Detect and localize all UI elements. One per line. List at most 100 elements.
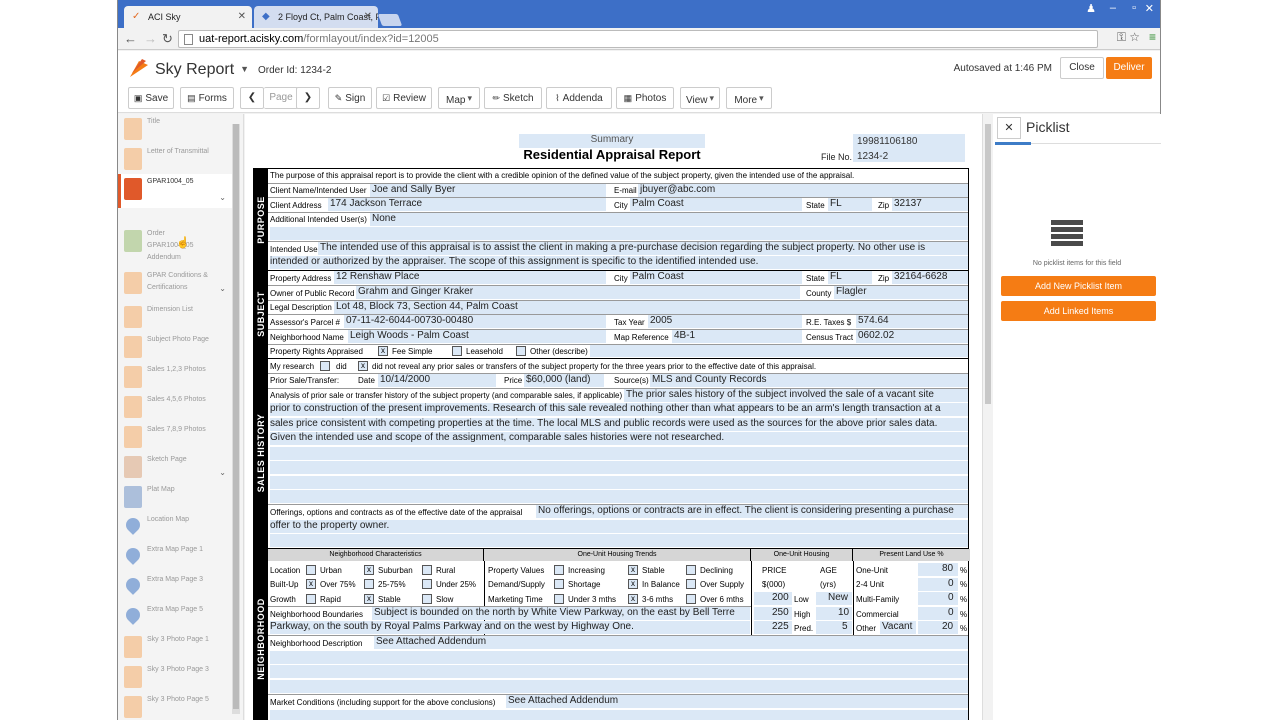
sidebar-item-sales789[interactable]: Sales 7,8,9 Photos [118, 422, 232, 452]
tab-close-icon[interactable]: ✕ [238, 11, 246, 22]
over6-checkbox[interactable] [686, 594, 696, 604]
sidebar-item-title[interactable]: Title [118, 114, 232, 144]
save-button[interactable]: ▣ Save [128, 87, 174, 109]
other-rights-field[interactable] [590, 345, 968, 357]
description-field-2[interactable] [270, 651, 968, 664]
sign-button[interactable]: ✎ Sign [328, 87, 372, 109]
view-button[interactable]: View ▾ [680, 87, 720, 109]
sidebar-item-subject-photo[interactable]: Subject Photo Page [118, 332, 232, 362]
suburban-checkbox[interactable]: x [364, 565, 374, 575]
app-title[interactable]: Sky Report ▼ [155, 61, 249, 79]
url-input[interactable]: uat-report.acisky.com/formlayout/index?i… [178, 30, 1098, 48]
picklist-active-tab[interactable] [995, 142, 1031, 145]
file-no-value[interactable]: 1234-2 [857, 151, 888, 162]
more-button[interactable]: More ▾ [726, 87, 772, 109]
urban-checkbox[interactable] [306, 565, 316, 575]
chevron-down-icon[interactable]: ⌄ [219, 284, 226, 293]
market-conditions-field-2[interactable] [270, 710, 968, 720]
rural-checkbox[interactable] [422, 565, 432, 575]
stable-growth-checkbox[interactable]: x [364, 594, 374, 604]
increasing-checkbox[interactable] [554, 565, 564, 575]
sidebar-item-sales456[interactable]: Sales 4,5,6 Photos [118, 392, 232, 422]
m36-checkbox[interactable]: x [628, 594, 638, 604]
key-icon[interactable]: ⚿ [1117, 30, 1126, 45]
description-field-4[interactable] [270, 680, 968, 693]
prev-page-button[interactable]: ❮ [240, 87, 264, 109]
sketch-button[interactable]: ✏ Sketch [484, 87, 542, 109]
chevron-down-icon[interactable]: ⌄ [219, 468, 226, 477]
fee-simple-checkbox[interactable]: x [378, 346, 388, 356]
offerings-field-3[interactable] [270, 534, 968, 547]
map-button[interactable]: Map ▾ [438, 87, 480, 109]
sidebar-item-sales123[interactable]: Sales 1,2,3 Photos [118, 362, 232, 392]
chevron-down-icon[interactable]: ⌄ [219, 193, 226, 202]
additional-users-line2[interactable] [270, 227, 968, 240]
analysis-field-7[interactable] [270, 476, 968, 489]
summary-field[interactable]: Summary [519, 134, 705, 148]
picklist-close-button[interactable]: ✕ [997, 117, 1021, 139]
sidebar-item-extra-map-1[interactable]: Extra Map Page 1 [118, 542, 232, 572]
over75-checkbox[interactable]: x [306, 579, 316, 589]
additional-users-field[interactable] [370, 213, 968, 226]
shortage-checkbox[interactable] [554, 579, 564, 589]
leasehold-checkbox[interactable] [452, 346, 462, 356]
sidebar-item-conditions[interactable]: GPAR Conditions & Certifications ⌄ [118, 268, 232, 302]
analysis-field-6[interactable] [270, 461, 968, 474]
sidebar-scrollbar[interactable] [232, 124, 240, 714]
under3-checkbox[interactable] [554, 594, 564, 604]
sidebar-item-plat-map[interactable]: Plat Map [118, 482, 232, 512]
sidebar-item-sketch[interactable]: Sketch Page ⌄ [118, 452, 232, 482]
analysis-field-8[interactable] [270, 490, 968, 503]
description-field-3[interactable] [270, 665, 968, 678]
add-new-picklist-item-button[interactable]: Add New Picklist Item [1001, 276, 1156, 296]
menu-icon[interactable]: ≡ [1149, 30, 1156, 44]
p2575-checkbox[interactable] [364, 579, 374, 589]
tab-aci-sky[interactable]: ✓ ACI Sky ✕ [124, 6, 252, 29]
sidebar-item-location-map[interactable]: Location Map [118, 512, 232, 542]
over-supply-checkbox[interactable] [686, 579, 696, 589]
document-scrollbar[interactable] [983, 114, 993, 720]
sidebar-item-sky-photo-1[interactable]: Sky 3 Photo Page 1 [118, 632, 232, 662]
other-rights-checkbox[interactable] [516, 346, 526, 356]
close-window-icon[interactable]: ✕ [1145, 2, 1154, 15]
other-rights-label: Other (describe) [530, 347, 588, 356]
in-balance-checkbox[interactable]: x [628, 579, 638, 589]
rapid-checkbox[interactable] [306, 594, 316, 604]
back-icon[interactable]: ← [124, 31, 137, 46]
forward-icon[interactable]: → [144, 31, 157, 46]
deliver-button[interactable]: Deliver [1106, 57, 1152, 79]
sidebar-item-dimension[interactable]: Dimension List [118, 302, 232, 332]
declining-checkbox[interactable] [686, 565, 696, 575]
minimize-icon[interactable]: – [1110, 2, 1116, 14]
photos-button[interactable]: ▦ Photos [616, 87, 674, 109]
user-icon[interactable]: ♟ [1086, 2, 1096, 15]
stable-values-checkbox[interactable]: x [628, 565, 638, 575]
did-checkbox[interactable] [320, 361, 330, 371]
close-button[interactable]: Close [1060, 57, 1104, 79]
add-linked-items-button[interactable]: Add Linked Items [1001, 301, 1156, 321]
next-page-button[interactable]: ❯ [296, 87, 320, 109]
sidebar-item-sky-photo-3[interactable]: Sky 3 Photo Page 3 [118, 662, 232, 692]
sidebar-item-addendum[interactable]: Order GPAR1004_05 Addendum ☝ [118, 226, 232, 266]
new-tab-button[interactable] [377, 14, 403, 26]
forms-button[interactable]: ▤ Forms [180, 87, 234, 109]
under25-checkbox[interactable] [422, 579, 432, 589]
sidebar-item-sky-photo-5[interactable]: Sky 3 Photo Page 5 [118, 692, 232, 720]
tab-close-icon[interactable]: ✕ [364, 11, 372, 22]
analysis-field-5[interactable] [270, 447, 968, 460]
review-button[interactable]: ☑ Review [376, 87, 432, 109]
slow-checkbox[interactable] [422, 594, 432, 604]
maximize-icon[interactable]: ▫ [1132, 2, 1136, 14]
tab-floyd-ct[interactable]: ◆ 2 Floyd Ct, Palm Coast, FL ✕ [254, 6, 378, 29]
sidebar-item-letter[interactable]: Letter of Transmittal [118, 144, 232, 174]
did-not-checkbox[interactable]: x [358, 361, 368, 371]
scrollbar-thumb[interactable] [233, 124, 239, 709]
bookmark-star-icon[interactable]: ☆ [1129, 30, 1140, 44]
addenda-button[interactable]: ⌇ Addenda [546, 87, 612, 109]
sidebar-item-gpar1004[interactable]: GPAR1004_05 ⌄ [118, 174, 232, 208]
sidebar-item-extra-map-3[interactable]: Extra Map Page 3 [118, 572, 232, 602]
reload-icon[interactable]: ↻ [162, 31, 173, 47]
sidebar-item-extra-map-5[interactable]: Extra Map Page 5 [118, 602, 232, 632]
file-number-top[interactable]: 19981106180 [857, 136, 917, 147]
scrollbar-thumb[interactable] [985, 124, 991, 404]
